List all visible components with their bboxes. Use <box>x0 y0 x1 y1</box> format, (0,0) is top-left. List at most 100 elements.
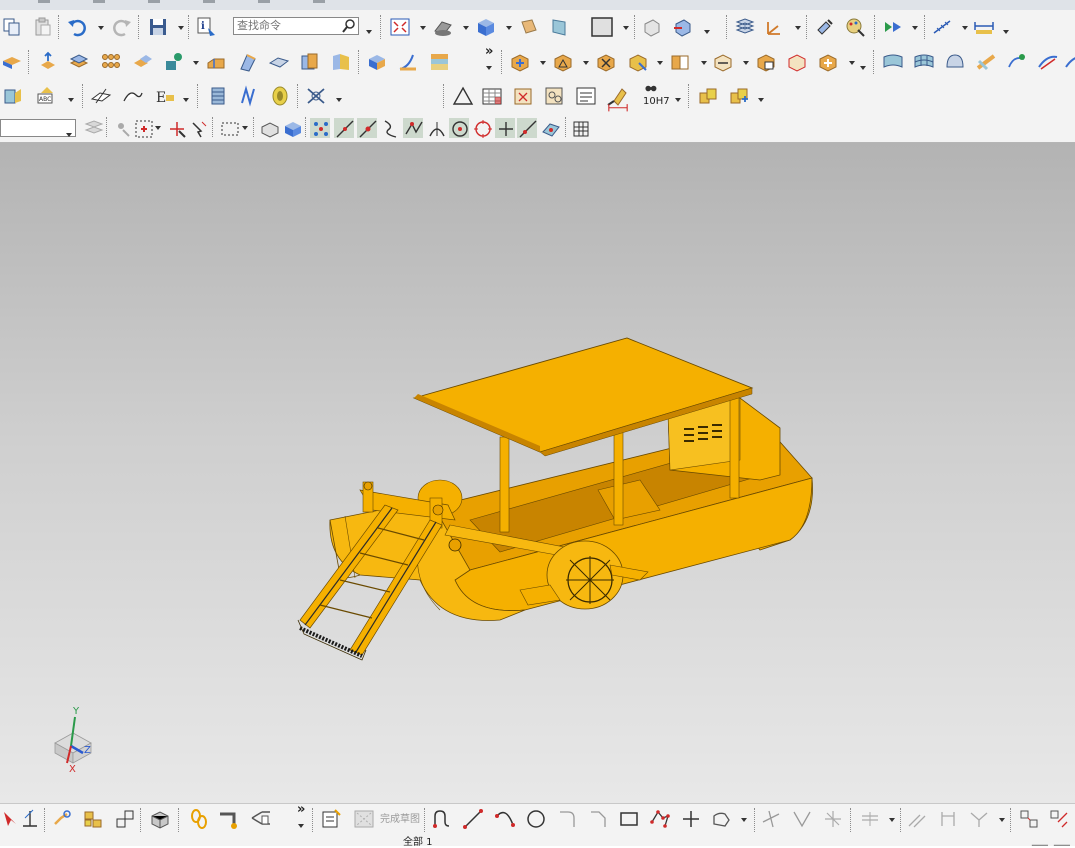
gear-icon[interactable] <box>269 85 291 107</box>
arc-icon[interactable] <box>494 808 516 830</box>
dimension-dropdown-arrow[interactable] <box>999 818 1005 822</box>
select-filter-icon[interactable] <box>882 16 904 38</box>
mirror-dropdown-arrow[interactable] <box>701 61 707 65</box>
csys-dropdown-arrow[interactable] <box>795 26 801 30</box>
new-sketch-icon[interactable] <box>320 808 342 830</box>
select-bodies-icon[interactable] <box>282 118 301 137</box>
show-constraints-icon[interactable] <box>1018 808 1040 830</box>
constraint-icon[interactable] <box>552 51 574 73</box>
feature-dropdown-arrow[interactable] <box>193 61 199 65</box>
line-icon[interactable] <box>462 808 484 830</box>
search-icon[interactable] <box>341 18 357 34</box>
dimension-icon[interactable] <box>937 808 959 830</box>
row2-more-arrow[interactable] <box>486 66 492 70</box>
shade-dropdown-arrow[interactable] <box>463 26 469 30</box>
n-sided-surface-icon[interactable] <box>1006 51 1028 73</box>
reuse-library-icon[interactable] <box>728 85 750 107</box>
length-dropdown-arrow[interactable] <box>1003 30 1009 34</box>
offset-surface-icon[interactable] <box>1064 51 1075 73</box>
trim-body-icon[interactable] <box>122 85 144 107</box>
select-faces-icon[interactable] <box>259 118 279 138</box>
datum-plane-icon[interactable] <box>549 16 571 38</box>
deselect-icon[interactable] <box>188 118 207 138</box>
fit-tolerance-label[interactable]: 10H7 <box>643 96 670 107</box>
auto-constrain-icon[interactable] <box>1048 808 1070 830</box>
graphics-viewport[interactable] <box>0 143 1075 803</box>
csys-icon[interactable] <box>764 16 786 38</box>
assembly-more-arrow[interactable] <box>860 66 866 70</box>
component-icon[interactable] <box>149 808 171 830</box>
boolean-icon[interactable] <box>132 51 154 73</box>
dimension-list-icon[interactable]: E <box>154 85 176 107</box>
sequence-icon[interactable] <box>755 51 777 73</box>
rectangle-icon[interactable] <box>618 808 640 830</box>
snap-quadrant-icon[interactable] <box>472 118 492 138</box>
offset-curve-icon[interactable] <box>859 808 881 830</box>
swept-body-icon[interactable] <box>428 51 450 73</box>
angle-dimension-icon[interactable] <box>968 808 990 830</box>
window-tile-icon[interactable] <box>1030 838 1048 846</box>
feature-shape-icon[interactable] <box>163 51 185 73</box>
pattern-comp-dropdown-arrow[interactable] <box>849 61 855 65</box>
mirror-assembly-icon[interactable] <box>669 51 691 73</box>
bottom-overflow-chevron[interactable]: » <box>297 802 305 817</box>
text-feature-dropdown-arrow[interactable] <box>68 98 74 102</box>
grid-snap-icon[interactable] <box>570 118 589 137</box>
snap-center-icon[interactable] <box>449 118 469 138</box>
snap-dropdown-arrow[interactable] <box>155 126 161 130</box>
routing-icon[interactable] <box>305 85 327 107</box>
snap-line-icon[interactable] <box>334 118 354 138</box>
mesh-surface-icon[interactable] <box>913 51 935 73</box>
quick-pick-icon[interactable] <box>166 118 186 138</box>
spline-dropdown-arrow[interactable] <box>741 818 747 822</box>
display-mode-icon[interactable] <box>591 16 613 38</box>
fit-view-icon[interactable] <box>389 16 411 38</box>
trim-icon[interactable] <box>760 808 782 830</box>
harness-icon[interactable] <box>250 808 272 830</box>
measure-dropdown-arrow[interactable] <box>962 26 968 30</box>
link-icon[interactable] <box>188 808 210 830</box>
snap-point-on-curve-icon[interactable] <box>517 118 537 138</box>
extension-surface-icon[interactable] <box>1037 51 1059 73</box>
wave-link-icon[interactable] <box>786 51 808 73</box>
snap-intersection-icon[interactable] <box>403 118 423 138</box>
save-dropdown-arrow[interactable] <box>178 26 184 30</box>
cube-icon[interactable] <box>475 16 497 38</box>
routing-dropdown-arrow[interactable] <box>336 98 342 102</box>
edit-object-icon[interactable] <box>814 16 836 38</box>
perpendicular-constraint-icon[interactable] <box>19 808 41 830</box>
save-icon[interactable] <box>147 16 169 38</box>
extrude-icon[interactable] <box>37 51 59 73</box>
chamfer-sketch-icon[interactable] <box>587 808 609 830</box>
chamfer-icon[interactable] <box>237 51 259 73</box>
orient-dropdown-arrow[interactable] <box>704 30 710 34</box>
constraint-dropdown-arrow[interactable] <box>583 61 589 65</box>
make-corner-icon[interactable] <box>822 808 844 830</box>
snap-existing-point-icon[interactable] <box>495 118 515 138</box>
pattern-component-icon[interactable] <box>817 51 839 73</box>
explode-dropdown-arrow[interactable] <box>743 61 749 65</box>
bridge-surface-icon[interactable] <box>975 51 997 73</box>
finish-sketch-icon[interactable] <box>353 808 375 830</box>
reattach-icon[interactable] <box>114 808 136 830</box>
assembly-add-icon[interactable] <box>509 51 531 73</box>
dimension-arrows-icon[interactable] <box>607 94 631 116</box>
replace-dropdown-arrow[interactable] <box>657 61 663 65</box>
measure-distance-icon[interactable] <box>931 16 953 38</box>
table-icon[interactable] <box>481 85 503 107</box>
pad-icon[interactable] <box>1 51 23 73</box>
snap-point-on-face-icon[interactable] <box>540 118 560 138</box>
blend-icon[interactable] <box>205 51 227 73</box>
plus-icon[interactable] <box>680 808 702 830</box>
select-mode-dropdown-arrow[interactable] <box>242 126 248 130</box>
measure-length-icon[interactable] <box>973 16 995 38</box>
dimension-dropdown-arrow[interactable] <box>183 98 189 102</box>
orient-view-icon[interactable] <box>672 16 694 38</box>
pattern-icon[interactable] <box>100 51 122 73</box>
note-icon[interactable] <box>575 85 597 107</box>
draft-icon[interactable] <box>268 51 290 73</box>
extend-icon[interactable] <box>791 808 813 830</box>
cylinder-icon[interactable] <box>207 85 229 107</box>
remove-component-icon[interactable] <box>595 51 617 73</box>
offset-dropdown-arrow[interactable] <box>889 818 895 822</box>
